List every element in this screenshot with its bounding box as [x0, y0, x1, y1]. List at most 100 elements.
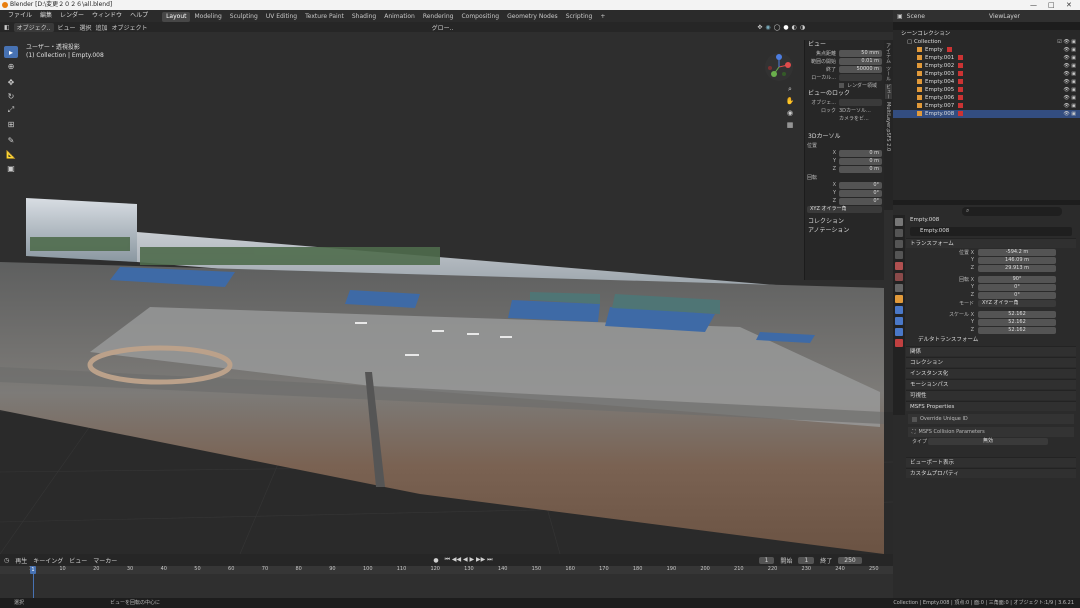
constraints-tab-icon[interactable] — [895, 317, 903, 325]
timeline-menu-marker[interactable]: マーカー — [93, 556, 117, 565]
scene-collection-row[interactable]: シーンコレクション — [893, 30, 1080, 38]
scene-tab-icon[interactable] — [895, 262, 903, 270]
physics-tab-icon[interactable] — [895, 306, 903, 314]
workspace-tab-layout[interactable]: Layout — [162, 11, 191, 22]
location-z-field[interactable]: 29.913 m — [978, 264, 1056, 272]
cursor-rotation-mode-select[interactable]: XYZ オイラー角 — [807, 205, 882, 213]
workspace-tab-compositing[interactable]: Compositing — [457, 12, 503, 22]
cursor-location-x[interactable]: 0 m — [839, 149, 882, 157]
collections-section[interactable]: コレクション — [906, 357, 1076, 367]
outliner-item[interactable]: Empty.001 👁 ▣ — [893, 54, 1080, 62]
rotation-mode-select[interactable]: XYZ オイラー角 — [978, 299, 1056, 307]
workspace-tab-sculpting[interactable]: Sculpting — [226, 12, 262, 22]
rotation-z-field[interactable]: 0° — [978, 291, 1056, 299]
visibility-icon[interactable]: 👁 ▣ — [1063, 70, 1076, 78]
outliner-item[interactable]: Empty.004 👁 ▣ — [893, 78, 1080, 86]
msfs-tab-icon[interactable] — [895, 339, 903, 347]
measure-tool-icon[interactable]: 📐 — [4, 148, 18, 160]
custom-properties-section[interactable]: カスタムプロパティ — [906, 468, 1076, 478]
workspace-tab-animation[interactable]: Animation — [380, 12, 419, 22]
tab-multilayer[interactable]: MultiLayer.pSFS 2.0 — [885, 102, 891, 151]
rotation-x-field[interactable]: 90° — [978, 275, 1056, 283]
menu-edit[interactable]: 編集 — [36, 10, 56, 22]
visibility-section[interactable]: 可視性 — [906, 390, 1076, 400]
rotate-tool-icon[interactable]: ↻ — [4, 90, 18, 102]
viewport-menu-object[interactable]: オブジェクト — [112, 23, 148, 32]
menu-help[interactable]: ヘルプ — [126, 10, 152, 22]
visibility-icon[interactable]: 👁 ▣ — [1063, 78, 1076, 86]
scale-z-field[interactable]: 52.162 — [978, 326, 1056, 334]
add-workspace-button[interactable]: + — [596, 12, 609, 22]
visibility-icon[interactable]: 👁 ▣ — [1063, 86, 1076, 94]
record-button[interactable]: ● — [433, 557, 438, 564]
scene-name[interactable]: Scene — [907, 13, 925, 20]
world-tab-icon[interactable] — [895, 273, 903, 281]
shading-rendered-icon[interactable]: ◑ — [800, 24, 805, 31]
select-tool-icon[interactable]: ▸ — [4, 46, 18, 58]
transform-section[interactable]: トランスフォーム — [906, 238, 1076, 248]
gizmo-toggle-icon[interactable]: ✥ — [757, 24, 762, 31]
timeline-menu-view[interactable]: ビュー — [69, 556, 87, 565]
collection-tab-icon[interactable] — [895, 284, 903, 292]
cursor-rotation-x[interactable]: 0° — [839, 181, 882, 189]
clip-end-field[interactable]: 50000 m — [839, 65, 882, 73]
camera-view-icon[interactable]: ◉ — [785, 108, 795, 118]
shading-wire-icon[interactable]: ◯ — [774, 24, 781, 31]
timeline-menu-playback[interactable]: 再生 — [15, 556, 27, 565]
viewport-menu-add[interactable]: 追加 — [96, 23, 108, 32]
cursor-tool-icon[interactable]: ⊕ — [4, 60, 18, 72]
workspace-tab-texture-paint[interactable]: Texture Paint — [301, 12, 348, 22]
output-tab-icon[interactable] — [895, 240, 903, 248]
move-tool-icon[interactable]: ✥ — [4, 76, 18, 88]
location-y-field[interactable]: 146.09 m — [978, 256, 1056, 264]
transform-tool-icon[interactable]: ⊞ — [4, 118, 18, 130]
visibility-icon[interactable]: ☑ 👁 ▣ — [1057, 38, 1076, 46]
tab-view[interactable]: ビュー — [885, 84, 892, 99]
outliner-item[interactable]: Empty.006 👁 ▣ — [893, 94, 1080, 102]
local-camera-field[interactable] — [839, 73, 882, 81]
maximize-button[interactable]: □ — [1048, 0, 1055, 10]
end-frame-field[interactable]: 250 — [838, 556, 862, 564]
cursor-location-z[interactable]: 0 m — [839, 165, 882, 173]
tab-tool[interactable]: ツール — [885, 66, 892, 81]
playhead-marker[interactable]: 1 — [30, 566, 36, 574]
workspace-tab-modeling[interactable]: Modeling — [190, 12, 225, 22]
navigation-gizmo[interactable] — [764, 52, 794, 82]
view-layer-tab-icon[interactable] — [895, 251, 903, 259]
pan-hand-icon[interactable]: ✋ — [785, 96, 795, 106]
visibility-icon[interactable]: 👁 ▣ — [1063, 94, 1076, 102]
ortho-grid-icon[interactable]: ▦ — [785, 120, 795, 130]
outliner-item[interactable]: Empty.007 👁 ▣ — [893, 102, 1080, 110]
workspace-tab-uv-editing[interactable]: UV Editing — [262, 12, 301, 22]
editor-type-icon[interactable]: ◧ — [4, 24, 10, 31]
annotation-panel-header[interactable]: アノテーション — [805, 226, 884, 235]
viewport-display-section[interactable]: ビューポート表示 — [906, 457, 1076, 467]
location-x-field[interactable]: -594.2 m — [978, 248, 1056, 256]
view-panel-header[interactable]: ビュー — [805, 40, 884, 49]
workspace-tab-geometry-nodes[interactable]: Geometry Nodes — [503, 12, 562, 22]
viewport-menu-view[interactable]: ビュー — [58, 23, 76, 32]
overlay-toggle-icon[interactable]: ◉ — [765, 24, 770, 31]
object-name-field[interactable]: Empty.008 — [910, 227, 1072, 236]
instancing-section[interactable]: インスタンス化 — [906, 368, 1076, 378]
render-tab-icon[interactable] — [895, 229, 903, 237]
data-tab-icon[interactable] — [895, 328, 903, 336]
lock-camera-to-view-checkbox[interactable]: カメラをビ... — [839, 115, 869, 122]
collision-type-select[interactable]: 無効 — [928, 437, 1048, 445]
3d-cursor-header[interactable]: 3Dカーソル — [805, 132, 884, 141]
visibility-icon[interactable]: 👁 ▣ — [1063, 102, 1076, 110]
mode-select[interactable]: オブジェク.. — [13, 22, 54, 32]
3d-viewport[interactable] — [0, 32, 893, 554]
menu-file[interactable]: ファイル — [4, 10, 36, 22]
start-frame-field[interactable]: 1 — [798, 556, 815, 564]
scale-tool-icon[interactable]: ⤢ — [4, 104, 18, 116]
collection-row[interactable]: ▢ Collection ☑ 👁 ▣ — [893, 38, 1080, 46]
transform-orientation-select[interactable]: グロー.. — [432, 23, 454, 32]
frame-ruler[interactable]: 1102030405060708090100110120130140150160… — [0, 566, 893, 574]
add-cube-tool-icon[interactable]: ▣ — [4, 162, 18, 174]
workspace-tab-rendering[interactable]: Rendering — [419, 12, 458, 22]
override-checkbox[interactable] — [912, 416, 917, 422]
render-region-checkbox[interactable] — [839, 82, 844, 88]
zoom-icon[interactable]: ⌕ — [785, 84, 795, 94]
outliner-item[interactable]: Empty.005 👁 ▣ — [893, 86, 1080, 94]
